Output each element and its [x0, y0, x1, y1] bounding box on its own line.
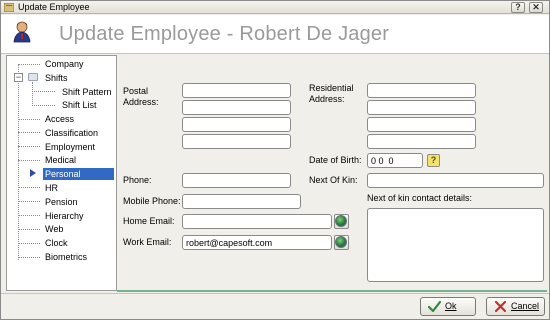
- tree-connector: [18, 201, 40, 202]
- tree-item-web[interactable]: Web: [43, 223, 65, 235]
- tree-item-pension[interactable]: Pension: [43, 196, 80, 208]
- tree-connector: [32, 105, 55, 106]
- ok-button[interactable]: Ok: [420, 297, 476, 316]
- home-email-label: Home Email:: [123, 216, 175, 226]
- tree-connector: [18, 160, 40, 161]
- postal-address-line-2[interactable]: [182, 100, 291, 115]
- folder-icon: [28, 73, 38, 81]
- globe-icon: [335, 215, 347, 227]
- send-home-email-button[interactable]: [334, 214, 349, 229]
- cancel-x-icon: [494, 300, 507, 313]
- tree-connector: [18, 146, 40, 147]
- residential-address-line-1[interactable]: [367, 83, 476, 98]
- tree-connector: [18, 215, 40, 216]
- next-of-kin-label: Next Of Kin:: [309, 175, 358, 185]
- tree-connector: [18, 132, 40, 133]
- postal-address-line-1[interactable]: [182, 83, 291, 98]
- date-of-birth-label: Date of Birth:: [309, 155, 362, 165]
- cancel-button[interactable]: Cancel: [486, 297, 545, 316]
- phone-field[interactable]: [182, 173, 291, 188]
- close-title-button[interactable]: ✕: [529, 2, 543, 13]
- check-icon: [428, 300, 441, 313]
- personal-details-form: Postal Address: Residential Address: Dat…: [118, 55, 547, 291]
- next-of-kin-field[interactable]: [367, 173, 544, 188]
- residential-address-line-4[interactable]: [367, 134, 476, 149]
- header-banner: Update Employee - Robert De Jager: [1, 15, 549, 53]
- tree-item-hierarchy[interactable]: Hierarchy: [43, 210, 86, 222]
- tree-connector: [18, 64, 40, 65]
- window-title: Update Employee: [18, 2, 90, 12]
- tree-item-access[interactable]: Access: [43, 113, 76, 125]
- ok-button-label: Ok: [445, 301, 457, 311]
- tree-item-shift-pattern[interactable]: Shift Pattern: [60, 86, 114, 98]
- tree-item-biometrics[interactable]: Biometrics: [43, 251, 89, 263]
- employee-avatar-icon: [13, 21, 31, 43]
- tree-connector: [18, 257, 40, 258]
- footer-divider: [1, 293, 549, 294]
- page-title: Update Employee - Robert De Jager: [59, 23, 390, 45]
- tree-connector: [18, 229, 40, 230]
- app-icon: [4, 3, 14, 12]
- postal-address-label: Postal Address:: [123, 86, 159, 107]
- date-help-button[interactable]: ?: [427, 154, 440, 167]
- tree-item-company[interactable]: Company: [43, 58, 86, 70]
- tree-item-personal[interactable]: Personal: [43, 168, 114, 180]
- residential-address-label: Residential Address:: [309, 83, 354, 104]
- section-tree: − Company Shifts Shift Pattern Shift Lis…: [6, 55, 117, 291]
- tree-connector: [18, 243, 40, 244]
- tree-connector: [32, 82, 33, 106]
- globe-icon: [335, 236, 347, 248]
- help-title-button[interactable]: ?: [511, 2, 525, 13]
- date-of-birth-field[interactable]: [367, 153, 423, 168]
- tree-connector: [18, 64, 19, 260]
- accent-band: [117, 290, 547, 292]
- home-email-field[interactable]: [182, 214, 332, 229]
- tree-connector: [32, 91, 55, 92]
- title-bar: Update Employee ? ✕: [1, 1, 549, 14]
- phone-label: Phone:: [123, 175, 152, 185]
- work-email-field[interactable]: [182, 235, 332, 250]
- residential-address-line-3[interactable]: [367, 117, 476, 132]
- mobile-phone-label: Mobile Phone:: [123, 196, 181, 206]
- tree-item-medical[interactable]: Medical: [43, 154, 78, 166]
- tree-connector: [18, 119, 40, 120]
- residential-address-line-2[interactable]: [367, 100, 476, 115]
- tree-item-shifts[interactable]: Shifts: [43, 72, 70, 84]
- next-of-kin-contact-field[interactable]: [367, 208, 544, 282]
- tree-item-shift-list[interactable]: Shift List: [60, 99, 99, 111]
- cancel-button-label: Cancel: [511, 301, 540, 311]
- shifts-expander[interactable]: −: [14, 73, 23, 82]
- header-divider: [1, 53, 549, 54]
- work-email-label: Work Email:: [123, 237, 172, 247]
- postal-address-line-3[interactable]: [182, 117, 291, 132]
- tree-item-clock[interactable]: Clock: [43, 237, 70, 249]
- tree-item-employment[interactable]: Employment: [43, 141, 97, 153]
- mobile-phone-field[interactable]: [182, 194, 301, 209]
- tree-connector: [18, 187, 40, 188]
- tree-item-hr[interactable]: HR: [43, 182, 60, 194]
- next-of-kin-contact-label: Next of kin contact details:: [367, 193, 473, 203]
- tree-item-classification[interactable]: Classification: [43, 127, 100, 139]
- postal-address-line-4[interactable]: [182, 134, 291, 149]
- current-section-arrow-icon: [30, 169, 36, 177]
- update-employee-window: Update Employee ? ✕ Update Employee - Ro…: [0, 0, 550, 320]
- send-work-email-button[interactable]: [334, 235, 349, 250]
